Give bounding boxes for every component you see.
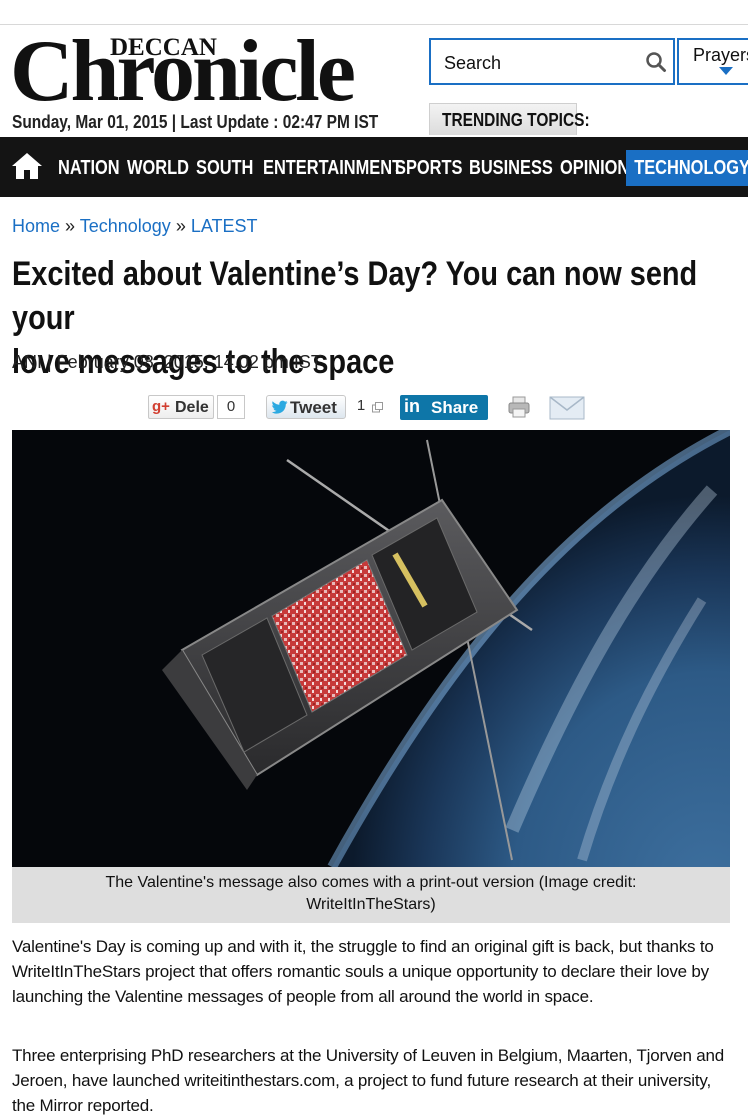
tweet-button[interactable]: Tweet [266, 395, 346, 419]
linkedin-share-button[interactable]: in Share [400, 395, 488, 420]
tweet-label: Tweet [290, 398, 337, 417]
breadcrumb-separator: » [65, 216, 76, 236]
chevron-down-icon [719, 67, 733, 75]
share-bar: g+ Dele 0 Tweet 1 in Share [0, 393, 748, 423]
twitter-bird-icon [272, 400, 288, 414]
dateline: Sunday, Mar 01, 2015 | Last Update : 02:… [12, 112, 379, 132]
nav-item-entertainment[interactable]: ENTERTAINMENT [263, 150, 402, 186]
breadcrumb: Home » Technology » LATEST [12, 216, 258, 237]
trending-label: TRENDING TOPICS: [442, 110, 590, 130]
nav-item-technology[interactable]: TECHNOLOGY [626, 150, 748, 186]
mail-icon[interactable] [549, 396, 585, 420]
linkedin-icon: in [404, 396, 420, 416]
google-plus-icon: g+ [152, 398, 170, 415]
google-plus-count: 0 [217, 395, 245, 419]
home-icon[interactable] [11, 151, 43, 181]
print-icon[interactable] [507, 395, 531, 419]
headline-line: Excited about Valentine’s Day? You can n… [12, 255, 698, 337]
prayers-dropdown[interactable]: Prayers [677, 38, 748, 85]
breadcrumb-separator: » [175, 216, 186, 236]
satellite-image [12, 430, 730, 867]
image-caption: The Valentine's message also comes with … [12, 867, 730, 923]
nav-item-world[interactable]: WORLD [127, 150, 189, 186]
nav-item-sports[interactable]: SPORTS [395, 150, 462, 186]
article-paragraph: Three enterprising PhD researchers at th… [12, 1046, 725, 1115]
nav-item-south[interactable]: SOUTH [196, 150, 253, 186]
article-paragraph: Valentine's Day is coming up and with it… [12, 937, 714, 1006]
linkedin-label: Share [431, 398, 479, 417]
main-nav: NATION WORLD SOUTH ENTERTAINMENT SPORTS … [0, 137, 748, 197]
article-image [12, 430, 730, 867]
nav-item-business[interactable]: BUSINESS [469, 150, 553, 186]
breadcrumb-home[interactable]: Home [12, 216, 60, 236]
trending-topics: TRENDING TOPICS: [429, 103, 590, 135]
search-placeholder: Search [444, 53, 502, 73]
google-plus-button[interactable]: g+ Dele [148, 395, 214, 419]
caption-line: WriteItInTheStars) [306, 896, 436, 913]
breadcrumb-latest[interactable]: LATEST [191, 216, 258, 236]
search-icon[interactable] [645, 51, 667, 73]
search-input[interactable]: Search [429, 38, 675, 85]
nav-item-nation[interactable]: NATION [58, 150, 120, 186]
google-plus-label: Dele [175, 399, 209, 416]
logo-chronicle: Chronicle [10, 23, 356, 120]
tweet-count: 1 [350, 395, 372, 419]
external-link-icon [372, 402, 383, 413]
prayers-label: Prayers [693, 45, 748, 65]
breadcrumb-technology[interactable]: Technology [80, 216, 171, 236]
caption-line: The Valentine's message also comes with … [105, 874, 637, 891]
article-byline: ANI | February 08, 2015, 14.02 pm IST [12, 352, 322, 372]
nav-item-opinion[interactable]: OPINION [560, 150, 629, 186]
